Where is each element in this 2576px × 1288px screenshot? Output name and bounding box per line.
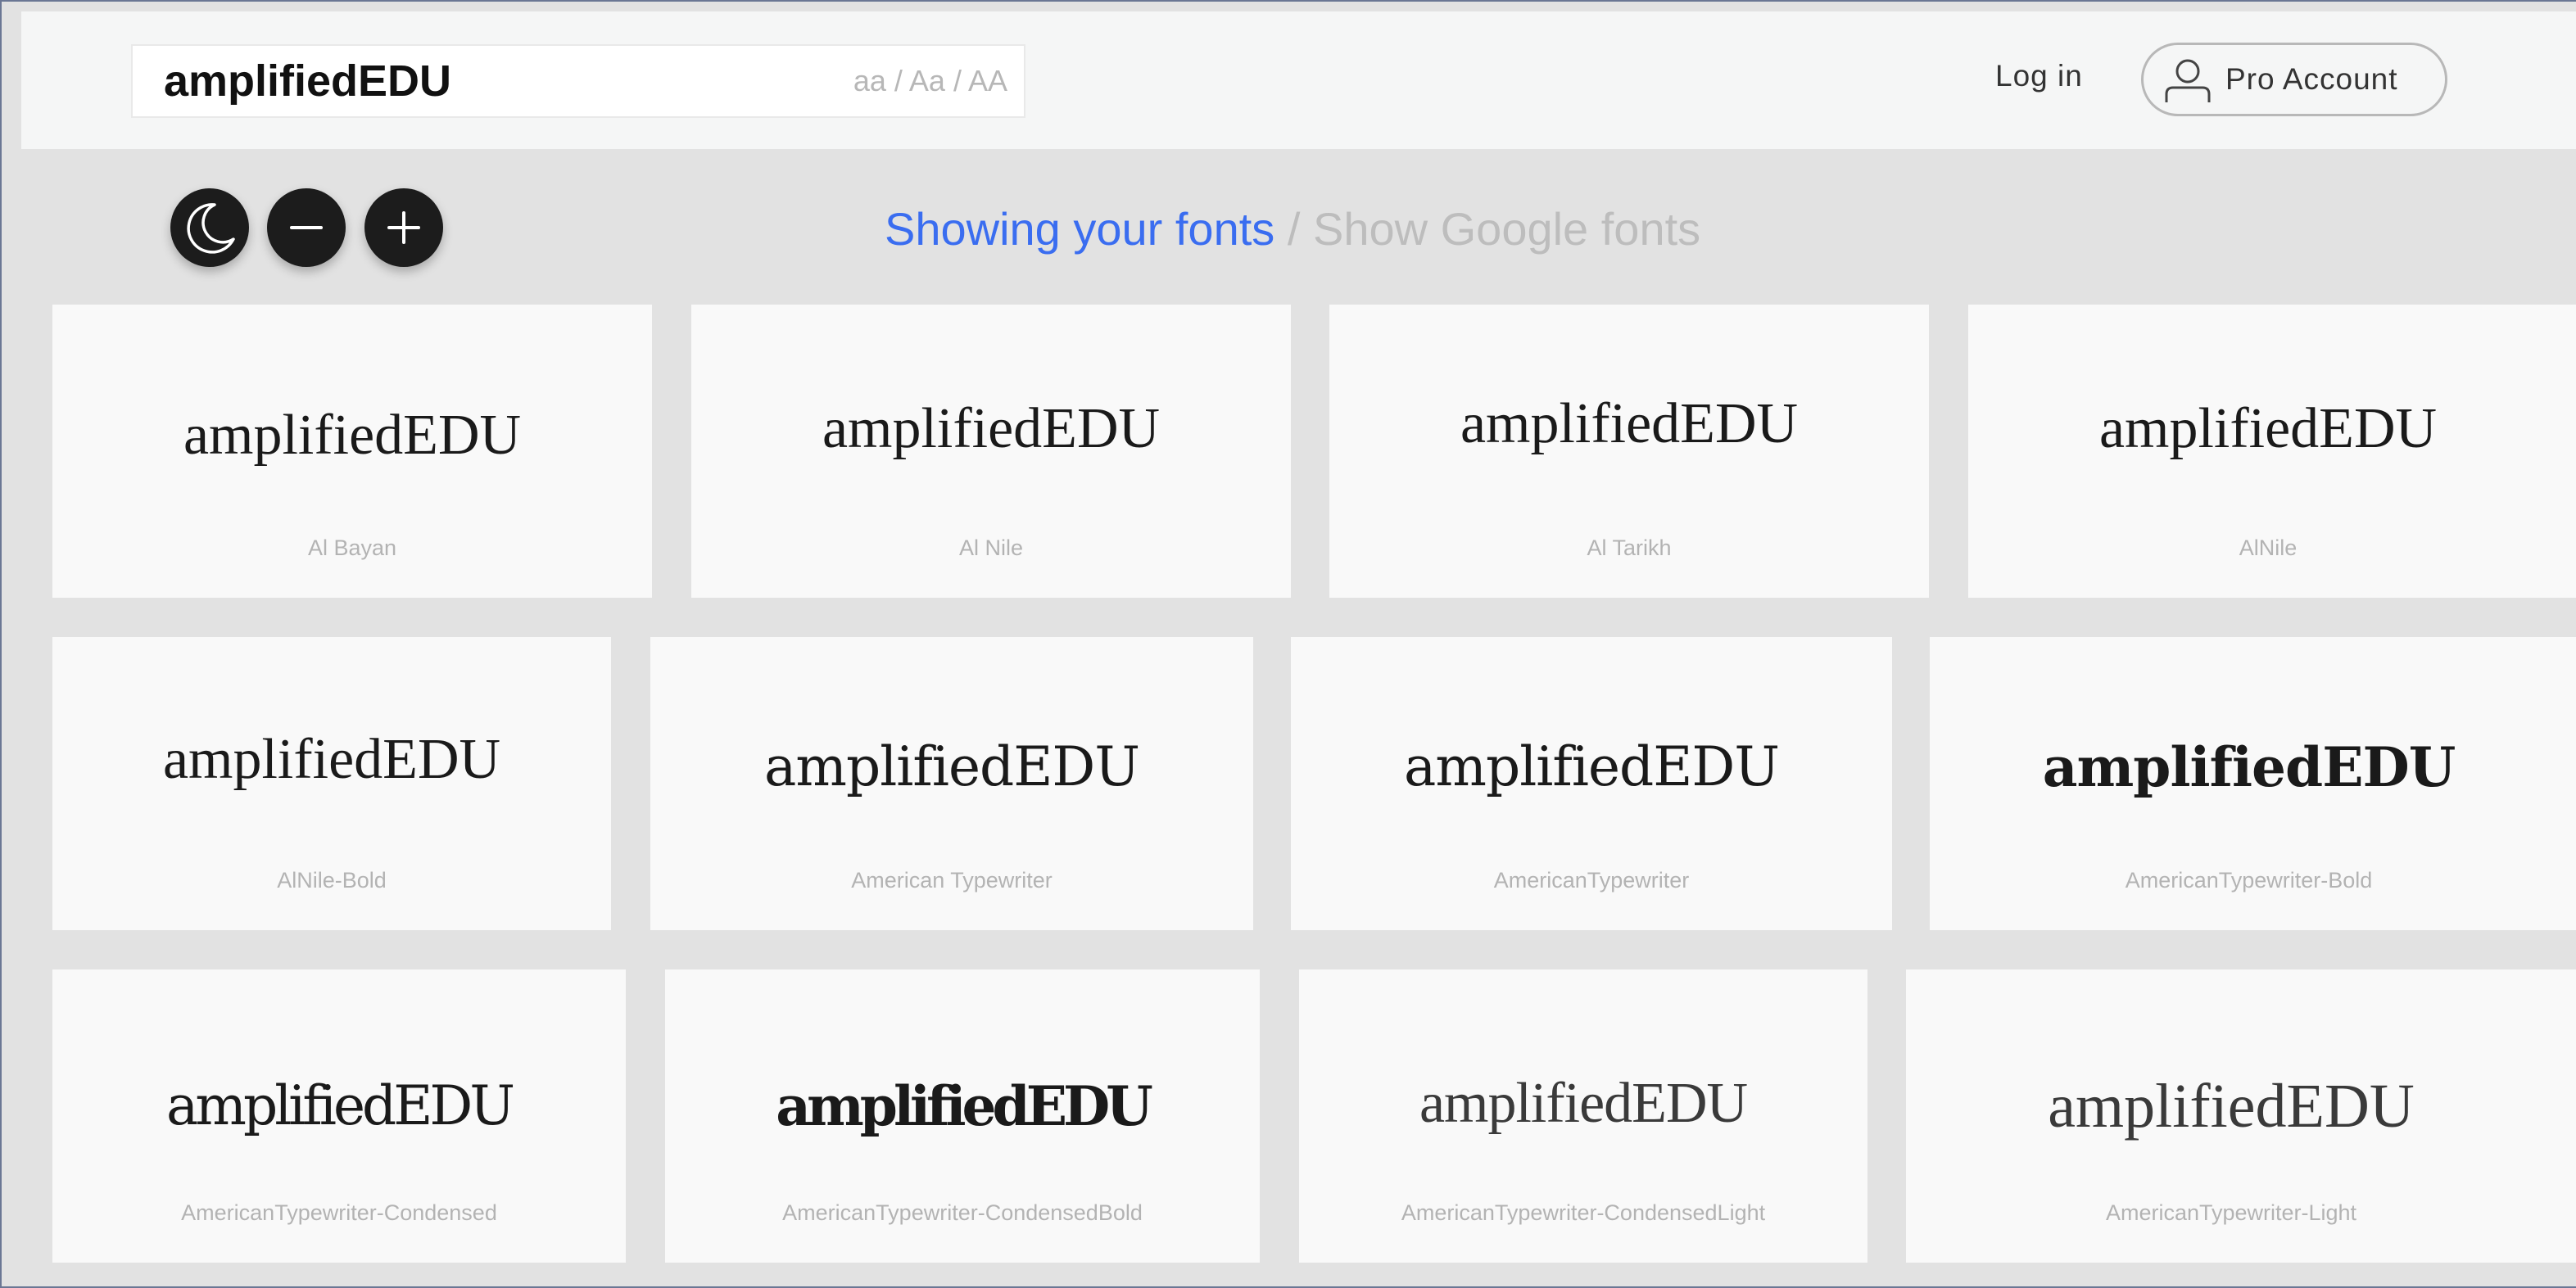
font-sample: amplifiedEDU (2042, 735, 2456, 799)
font-card[interactable]: amplifiedEDU AlNile-Bold (52, 637, 611, 930)
font-name: AlNile-Bold (277, 868, 387, 893)
font-name: AmericanTypewriter-Bold (2125, 868, 2373, 893)
sample-text-input[interactable] (164, 46, 803, 116)
dark-mode-button[interactable] (170, 188, 249, 267)
font-sample: amplifiedEDU (2048, 1072, 2415, 1141)
moon-icon (187, 203, 235, 254)
font-sample: amplifiedEDU (162, 728, 501, 791)
font-name: American Typewriter (851, 868, 1053, 893)
font-card[interactable]: amplifiedEDU Al Nile (691, 305, 1291, 598)
font-name: AmericanTypewriter-Condensed (181, 1200, 497, 1225)
case-separator: / (944, 64, 968, 97)
case-separator: / (885, 64, 909, 97)
source-separator: / (1274, 203, 1313, 255)
minus-icon (290, 226, 323, 229)
font-name: Al Tarikh (1587, 536, 1672, 560)
font-name: AlNile (2239, 536, 2298, 560)
font-card[interactable]: amplifiedEDU AmericanTypewriter (1291, 637, 1892, 930)
font-card[interactable]: amplifiedEDU AmericanTypewriter-Condense… (665, 969, 1260, 1263)
case-upper-option[interactable]: AA (968, 64, 1007, 97)
font-name: AmericanTypewriter-CondensedBold (782, 1200, 1143, 1225)
app-frame: aa / Aa / AA Log in Pro Account Showing … (0, 0, 2576, 1288)
font-sample: amplifiedEDU (1419, 1072, 1748, 1135)
login-link[interactable]: Log in (1995, 59, 2083, 93)
font-sample: amplifiedEDU (776, 1074, 1153, 1138)
font-name: Al Nile (958, 536, 1024, 560)
case-toggle: aa / Aa / AA (853, 46, 1007, 116)
font-sample: amplifiedEDU (822, 397, 1161, 460)
font-sample: amplifiedEDU (764, 735, 1140, 798)
your-fonts-option[interactable]: Showing your fonts (885, 203, 1274, 255)
font-source-toggle: Showing your fonts / Show Google fonts (885, 197, 1700, 262)
font-sample: amplifiedEDU (1404, 735, 1780, 798)
font-card[interactable]: amplifiedEDU AmericanTypewriter-Bold (1930, 637, 2576, 930)
font-sample: amplifiedEDU (2098, 397, 2438, 460)
font-sample: amplifiedEDU (183, 404, 522, 467)
font-name: AmericanTypewriter (1493, 868, 1690, 893)
font-card[interactable]: amplifiedEDU AmericanTypewriter-Condense… (1299, 969, 1867, 1263)
font-card[interactable]: amplifiedEDU Al Tarikh (1329, 305, 1929, 598)
font-name: AmericanTypewriter-CondensedLight (1401, 1200, 1766, 1225)
pro-account-button[interactable]: Pro Account (2141, 43, 2447, 116)
font-sample: amplifiedEDU (166, 1074, 515, 1137)
pro-account-label: Pro Account (2225, 62, 2398, 96)
font-card[interactable]: amplifiedEDU American Typewriter (650, 637, 1253, 930)
case-lower-option[interactable]: aa (853, 64, 886, 97)
font-card[interactable]: amplifiedEDU AlNile (1968, 305, 2576, 598)
decrease-size-button[interactable] (267, 188, 346, 267)
sample-text-box[interactable]: aa / Aa / AA (131, 44, 1025, 118)
font-card[interactable]: amplifiedEDU AmericanTypewriter-Light (1906, 969, 2576, 1263)
font-name: Al Bayan (307, 536, 397, 560)
plus-icon (387, 211, 420, 244)
font-name: AmericanTypewriter-Light (2105, 1200, 2357, 1225)
user-icon (2165, 59, 2211, 102)
top-header: aa / Aa / AA Log in Pro Account (21, 11, 2576, 149)
font-sample: amplifiedEDU (1460, 392, 1799, 455)
increase-size-button[interactable] (364, 188, 443, 267)
case-title-option[interactable]: Aa (909, 64, 945, 97)
google-fonts-option[interactable]: Show Google fonts (1313, 203, 1700, 255)
font-card[interactable]: amplifiedEDU Al Bayan (52, 305, 652, 598)
font-card[interactable]: amplifiedEDU AmericanTypewriter-Condense… (52, 969, 626, 1263)
